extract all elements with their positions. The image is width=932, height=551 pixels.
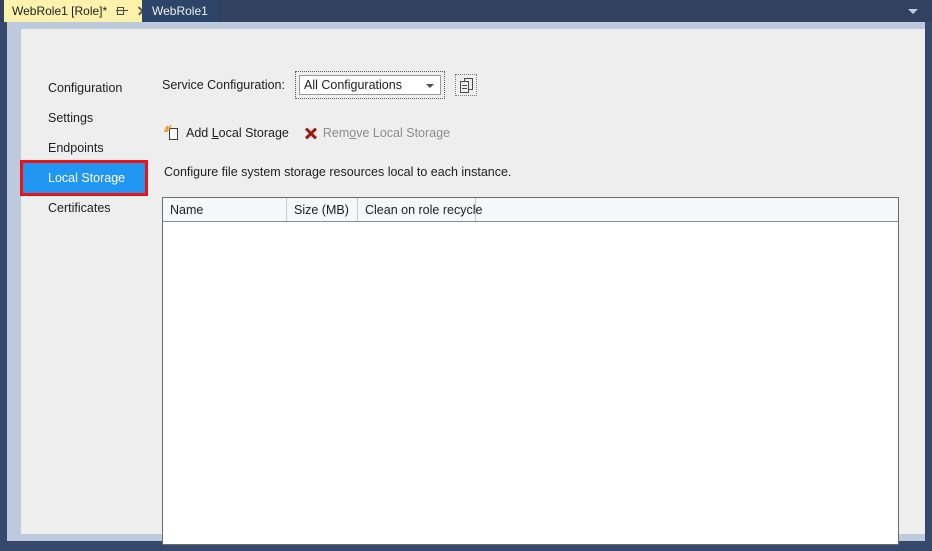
copy-configuration-button[interactable] (454, 74, 477, 96)
designer-sidebar: Configuration Settings Endpoints Local S… (20, 29, 161, 534)
grid-column-header-clean-on-role-recycle[interactable]: Clean on role recycle (358, 198, 482, 221)
tab-label: WebRole1 (152, 4, 208, 18)
sidebar-item-certificates[interactable]: Certificates (21, 193, 147, 223)
tab-strip: WebRole1 [Role]* WebRole1 (0, 0, 932, 22)
add-local-storage-label: Add Local Storage (186, 126, 289, 140)
service-configuration-combobox[interactable]: All Configurations (294, 71, 445, 99)
service-configuration-label: Service Configuration: (162, 78, 285, 92)
combobox-selected-value: All Configurations (303, 78, 402, 92)
add-local-storage-button[interactable]: Add Local Storage (164, 122, 289, 144)
tab-label: WebRole1 [Role]* (12, 4, 108, 18)
tab-webrole1[interactable]: WebRole1 (142, 0, 218, 22)
red-x-icon (303, 125, 319, 141)
sidebar-item-label: Certificates (48, 201, 111, 215)
sidebar-item-label: Configuration (48, 81, 123, 95)
sidebar-item-label: Settings (48, 111, 94, 125)
sidebar-item-configuration[interactable]: Configuration (21, 73, 147, 103)
sidebar-item-settings[interactable]: Settings (21, 103, 147, 133)
local-storage-grid[interactable]: Name Size (MB) Clean on role recycle (162, 197, 899, 545)
designer-surface: Configuration Settings Endpoints Local S… (20, 29, 925, 545)
chevron-down-icon (908, 8, 918, 14)
sidebar-item-label: Local Storage (48, 171, 126, 185)
grid-column-header-size-mb[interactable]: Size (MB) (287, 198, 358, 221)
combobox-field[interactable]: All Configurations (298, 75, 441, 95)
visual-studio-role-designer: WebRole1 [Role]* WebRole1 Configuration … (0, 0, 932, 551)
window-frame-inner: Configuration Settings Endpoints Local S… (7, 22, 925, 545)
remove-local-storage-button[interactable]: Remove Local Storage (303, 122, 450, 144)
add-document-icon (164, 124, 182, 142)
service-configuration-row: Service Configuration: All Configuration… (162, 71, 477, 99)
remove-local-storage-label: Remove Local Storage (322, 126, 451, 140)
chevron-down-icon (425, 84, 434, 88)
grid-header-row: Name Size (MB) Clean on role recycle (163, 198, 898, 222)
local-storage-toolbar: Add Local Storage Remove Local Storage (164, 122, 450, 144)
pin-icon[interactable] (114, 3, 130, 19)
sidebar-item-endpoints[interactable]: Endpoints (21, 133, 147, 163)
copy-pages-icon (459, 81, 469, 93)
designer-content: Service Configuration: All Configuration… (161, 29, 925, 545)
tab-webrole1-role[interactable]: WebRole1 [Role]* (4, 0, 157, 22)
sidebar-item-local-storage[interactable]: Local Storage (21, 163, 147, 193)
window-frame-outer: Configuration Settings Endpoints Local S… (0, 22, 932, 551)
tab-overflow-button[interactable] (902, 0, 924, 22)
grid-column-header-filler (476, 198, 898, 221)
grid-body[interactable] (163, 222, 898, 544)
grid-column-header-name[interactable]: Name (163, 198, 287, 221)
page-description: Configure file system storage resources … (164, 165, 512, 179)
sidebar-item-label: Endpoints (48, 141, 104, 155)
